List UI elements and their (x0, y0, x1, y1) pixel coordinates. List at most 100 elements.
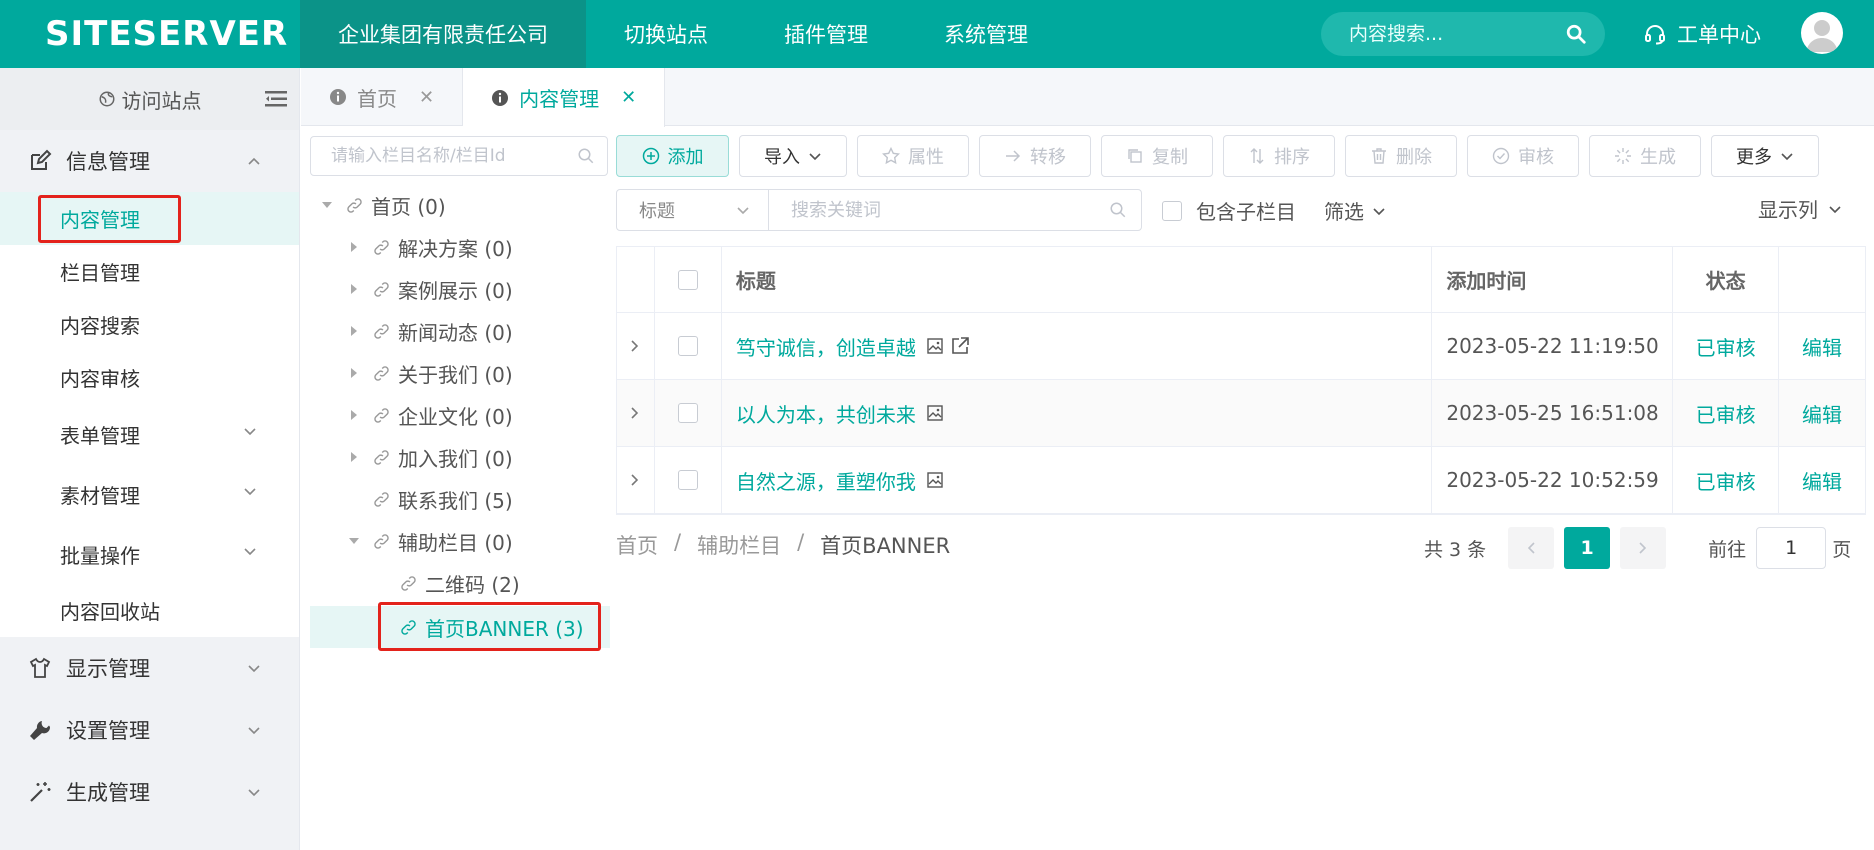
external-link-icon[interactable] (950, 336, 970, 356)
menu-generate-management[interactable]: 生成管理 (0, 761, 299, 823)
next-page-button[interactable] (1620, 527, 1667, 569)
breadcrumb-item[interactable]: 辅助栏目 (697, 530, 781, 560)
tab-home[interactable]: 首页 ✕ (301, 68, 464, 126)
tab-content-management[interactable]: 内容管理 ✕ (463, 68, 666, 127)
menu-info-label: 信息管理 (66, 150, 150, 174)
tree-node[interactable]: 首页 (0) (310, 184, 610, 226)
top-nav-site[interactable]: 企业集团有限责任公司 (300, 0, 586, 68)
search-field-select[interactable]: 标题 (617, 190, 769, 230)
sidebar-item-batch-operation[interactable]: 批量操作 (0, 524, 299, 584)
row-checkbox[interactable] (677, 403, 698, 423)
add-button[interactable]: 添加 (616, 135, 729, 177)
tree-node-label: 首页 (0) (371, 194, 446, 219)
goto-page-input[interactable] (1756, 527, 1827, 569)
menu-info-management[interactable]: 信息管理 (0, 130, 299, 192)
search-icon[interactable] (577, 147, 595, 165)
menu-settings-management[interactable]: 设置管理 (0, 699, 299, 761)
tree-node[interactable]: 企业文化 (0) (310, 394, 610, 436)
pagination: 共 3 条 1 前往 页 (1424, 527, 1851, 569)
tree-node[interactable]: 加入我们 (0) (310, 436, 610, 478)
search-icon[interactable] (1565, 23, 1587, 45)
avatar[interactable] (1801, 12, 1843, 54)
close-icon[interactable]: ✕ (621, 87, 636, 108)
show-columns-label: 显示列 (1758, 198, 1818, 222)
caret-right-icon[interactable] (348, 241, 360, 253)
audit-button[interactable]: 审核 (1467, 135, 1579, 177)
visit-site[interactable]: 访问站点 (0, 68, 299, 130)
generate-button[interactable]: 生成 (1589, 135, 1701, 177)
caret-down-icon[interactable] (321, 199, 333, 211)
row-title-link[interactable]: 笃守诚信，创造卓越 (736, 332, 916, 361)
image-icon (927, 405, 943, 421)
collapse-menu-icon[interactable] (265, 89, 287, 109)
sidebar-item-recycle-bin[interactable]: 内容回收站 (0, 584, 299, 637)
caret-right-icon[interactable] (348, 325, 360, 337)
top-search-input[interactable] (1349, 23, 1565, 45)
tree-node-selected[interactable]: 首页BANNER (3) (310, 606, 610, 648)
move-button-label: 转移 (1030, 147, 1066, 168)
copy-button[interactable]: 复制 (1101, 135, 1213, 177)
show-columns-dropdown[interactable]: 显示列 (1758, 194, 1842, 223)
tree-node[interactable]: 联系我们 (5) (310, 478, 610, 520)
row-title-cell: 自然之源，重塑你我 (722, 447, 1433, 513)
tree-search-input[interactable] (331, 146, 577, 166)
top-nav-switch-site[interactable]: 切换站点 (586, 0, 746, 68)
caret-right-icon[interactable] (348, 451, 360, 463)
edit-button[interactable]: 编辑 (1779, 313, 1866, 379)
tree-node[interactable]: 二维码 (2) (310, 562, 610, 604)
row-expand[interactable] (617, 380, 655, 446)
caret-down-icon[interactable] (348, 535, 360, 547)
caret-right-icon[interactable] (348, 283, 360, 295)
select-all-checkbox[interactable] (677, 269, 698, 290)
row-expand[interactable] (617, 447, 655, 513)
menu-display-management[interactable]: 显示管理 (0, 637, 299, 699)
logo[interactable]: SITESERVER (0, 0, 300, 68)
prev-page-button[interactable] (1508, 527, 1555, 569)
include-children[interactable]: 包含子栏目 (1162, 196, 1296, 225)
sidebar-item-content-search[interactable]: 内容搜索 (0, 298, 299, 351)
sidebar-item-content-management[interactable]: 内容管理 (0, 192, 299, 245)
tree-node[interactable]: 关于我们 (0) (310, 352, 610, 394)
edit-button[interactable]: 编辑 (1779, 380, 1866, 446)
row-expand[interactable] (617, 313, 655, 379)
tree-node[interactable]: 新闻动态 (0) (310, 310, 610, 352)
tree-node[interactable]: 解决方案 (0) (310, 226, 610, 268)
chevron-down-icon (248, 727, 260, 735)
keyword-input[interactable] (791, 199, 1109, 221)
attribute-button[interactable]: 属性 (857, 135, 969, 177)
caret-right-icon[interactable] (348, 409, 360, 421)
sidebar-item-material-management[interactable]: 素材管理 (0, 464, 299, 524)
edit-button[interactable]: 编辑 (1779, 447, 1866, 513)
row-title-link[interactable]: 自然之源，重塑你我 (736, 466, 916, 495)
delete-button[interactable]: 删除 (1345, 135, 1457, 177)
sort-button[interactable]: 排序 (1223, 135, 1335, 177)
row-checkbox[interactable] (677, 336, 698, 356)
tree-node[interactable]: 案例展示 (0) (310, 268, 610, 310)
top-nav-system[interactable]: 系统管理 (906, 0, 1066, 68)
table-row: 自然之源，重塑你我 2023-05-22 10:52:59 已审核 编辑 (617, 447, 1866, 514)
row-title-link[interactable]: 以人为本，共创未来 (736, 399, 916, 428)
more-button[interactable]: 更多 (1711, 135, 1819, 177)
row-checkbox[interactable] (677, 470, 698, 490)
search-icon[interactable] (1109, 201, 1127, 219)
tree-node-label: 联系我们 (5) (398, 488, 513, 513)
trash-icon (1372, 148, 1386, 164)
import-button[interactable]: 导入 (739, 135, 847, 177)
close-icon[interactable]: ✕ (419, 87, 434, 108)
ticket-center[interactable]: 工单中心 (1643, 0, 1761, 68)
sidebar-item-channel-management[interactable]: 栏目管理 (0, 245, 299, 298)
top-search (1321, 12, 1605, 56)
sidebar-item-form-management[interactable]: 表单管理 (0, 404, 299, 464)
sidebar-item-content-audit[interactable]: 内容审核 (0, 351, 299, 404)
page-number-current[interactable]: 1 (1564, 527, 1611, 569)
include-children-checkbox[interactable] (1162, 200, 1182, 221)
screen-dropdown[interactable]: 筛选 (1324, 196, 1386, 225)
caret-right-icon[interactable] (348, 367, 360, 379)
channel-tree: 首页 (0) 解决方案 (0) 案例展示 (0) 新闻动态 (0) 关于我们 (… (310, 184, 610, 648)
chevron-down-icon (809, 153, 821, 161)
breadcrumb-item[interactable]: 首页 (616, 530, 658, 560)
top-nav-plugins[interactable]: 插件管理 (746, 0, 906, 68)
chevron-down-icon (244, 428, 256, 436)
tree-node[interactable]: 辅助栏目 (0) (310, 520, 610, 562)
move-button[interactable]: 转移 (979, 135, 1091, 177)
